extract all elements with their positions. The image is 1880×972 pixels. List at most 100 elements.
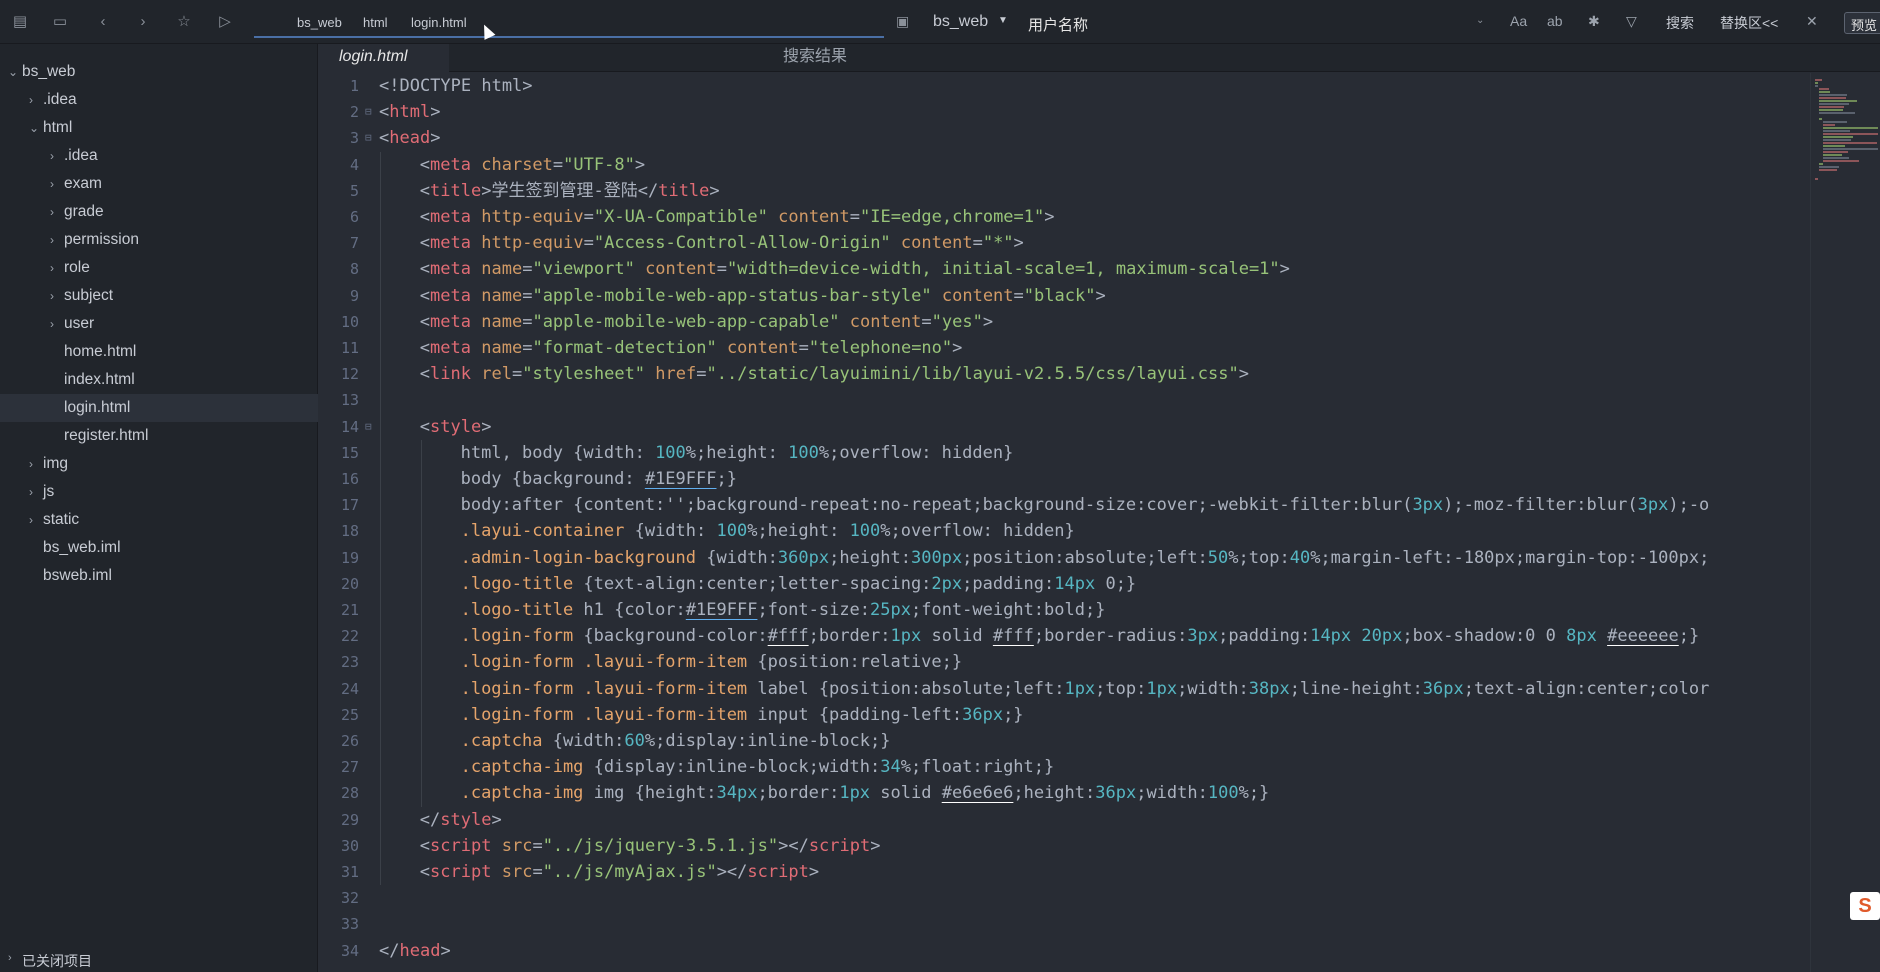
save-icon[interactable]: ▭ (50, 12, 70, 32)
chevron-right-icon[interactable]: › (50, 254, 54, 282)
chevron-right-icon[interactable]: › (50, 142, 54, 170)
code-line[interactable]: 7 <meta http-equiv="Access-Control-Allow-… (319, 230, 1809, 256)
code-line[interactable]: 32 (319, 885, 1809, 911)
fold-toggle-icon[interactable]: ⊟ (365, 414, 372, 440)
tree-file[interactable]: register.html (0, 422, 318, 450)
replace-area-toggle[interactable]: 替换区<< (1720, 13, 1778, 33)
preview-button[interactable]: 预览 (1844, 12, 1880, 34)
code-line[interactable]: 34 </head> (319, 938, 1809, 964)
code-line[interactable]: 13 (319, 387, 1809, 413)
tree-folder[interactable]: › .idea (0, 86, 318, 114)
fold-toggle-icon[interactable]: ⊟ (365, 99, 372, 125)
code-line[interactable]: 33 (319, 911, 1809, 937)
chevron-right-icon[interactable]: › (8, 952, 12, 964)
back-icon[interactable]: ‹ (93, 12, 113, 32)
breadcrumb-item[interactable]: html (363, 15, 388, 30)
tree-file[interactable]: index.html (0, 366, 318, 394)
code-line[interactable]: 12 <link rel="stylesheet" href="../static… (319, 361, 1809, 387)
chevron-right-icon[interactable]: › (29, 450, 33, 478)
tree-folder[interactable]: › subject (0, 282, 318, 310)
chevron-right-icon[interactable]: › (29, 86, 33, 114)
breadcrumb-item[interactable]: bs_web (297, 15, 342, 30)
star-icon[interactable]: ☆ (174, 12, 194, 32)
code-line[interactable]: 14 ⊟ <style> (319, 414, 1809, 440)
code-line[interactable]: 1 <!DOCTYPE html> (319, 73, 1809, 99)
chevron-down-icon[interactable]: ⌄ (8, 58, 18, 86)
chevron-right-icon[interactable]: › (50, 226, 54, 254)
chevron-right-icon[interactable]: › (50, 198, 54, 226)
search-input-value[interactable]: 用户名称 (1028, 14, 1088, 35)
chevron-down-icon[interactable]: ⌄ (1476, 15, 1484, 26)
regex-icon[interactable]: ✱ (1588, 13, 1600, 30)
code-line[interactable]: 23 .login-form .layui-form-item {position… (319, 649, 1809, 675)
tree-folder[interactable]: ⌄ html (0, 114, 318, 142)
filter-icon[interactable]: ▽ (1626, 13, 1637, 30)
code-line[interactable]: 3 ⊟ <head> (319, 125, 1809, 151)
tree-file[interactable]: home.html (0, 338, 318, 366)
forward-icon[interactable]: › (133, 12, 153, 32)
code-line[interactable]: 6 <meta http-equiv="X-UA-Compatible" cont… (319, 204, 1809, 230)
code-line[interactable]: 19 .admin-login-background {width:360px;h… (319, 545, 1809, 571)
tree-folder[interactable]: › exam (0, 170, 318, 198)
tree-folder[interactable]: › .idea (0, 142, 318, 170)
chevron-right-icon[interactable]: › (29, 478, 33, 506)
tree-file[interactable]: bs_web.iml (0, 534, 318, 562)
code-line[interactable]: 8 <meta name="viewport" content="width=de… (319, 256, 1809, 282)
tree-folder[interactable]: › permission (0, 226, 318, 254)
tree-file[interactable]: bsweb.iml (0, 562, 318, 590)
chevron-right-icon[interactable]: › (50, 282, 54, 310)
tab-login-html[interactable]: login.html (319, 44, 449, 72)
tree-folder[interactable]: › static (0, 506, 318, 534)
tree-folder[interactable]: › js (0, 478, 318, 506)
search-panel-icon[interactable]: ▣ (896, 13, 909, 30)
code-line[interactable]: 15 html, body {width: 100%;height: 100%;o… (319, 440, 1809, 466)
minimap[interactable] (1810, 73, 1880, 972)
caret-down-icon[interactable]: ▼ (998, 15, 1008, 26)
chevron-right-icon[interactable]: › (50, 170, 54, 198)
search-input[interactable]: 用户名称 (1020, 9, 1490, 35)
chevron-right-icon[interactable]: › (50, 310, 54, 338)
code-line[interactable]: 22 .login-form {background-color:#fff;bor… (319, 623, 1809, 649)
fold-toggle-icon[interactable]: ⊟ (365, 125, 372, 151)
code-line[interactable]: 5 <title>学生签到管理-登陆</title> (319, 178, 1809, 204)
code-line[interactable]: 4 <meta charset="UTF-8"> (319, 152, 1809, 178)
tab-search-results[interactable]: 搜索结果 (783, 44, 847, 72)
code-line[interactable]: 16 body {background: #1E9FFF;} (319, 466, 1809, 492)
code-line[interactable]: 28 .captcha-img img {height:34px;border:1… (319, 780, 1809, 806)
document-list-icon[interactable]: ▤ (10, 12, 30, 32)
code-line[interactable]: 18 .layui-container {width: 100%;height: … (319, 518, 1809, 544)
closed-projects-label[interactable]: 已关闭项目 (22, 951, 92, 971)
tree-folder[interactable]: ⌄ bs_web (0, 58, 318, 86)
code-line[interactable]: 26 .captcha {width:60%;display:inline-blo… (319, 728, 1809, 754)
run-icon[interactable]: ▷ (215, 12, 235, 32)
closed-projects-section[interactable]: › 已关闭项目 (0, 948, 318, 972)
code-line[interactable]: 27 .captcha-img {display:inline-block;wid… (319, 754, 1809, 780)
code-line[interactable]: 24 .login-form .layui-form-item label {po… (319, 676, 1809, 702)
tree-file[interactable]: login.html (0, 394, 318, 422)
input-method-icon[interactable]: S (1850, 892, 1880, 920)
search-scope-select[interactable]: bs_web (933, 13, 988, 31)
search-button[interactable]: 搜索 (1666, 13, 1694, 33)
tree-folder[interactable]: › img (0, 450, 318, 478)
code-line[interactable]: 9 <meta name="apple-mobile-web-app-status… (319, 283, 1809, 309)
whole-word-icon[interactable]: ab (1547, 13, 1563, 29)
code-line[interactable]: 25 .login-form .layui-form-item input {pa… (319, 702, 1809, 728)
code-line[interactable]: 2 ⊟ <html> (319, 99, 1809, 125)
chevron-right-icon[interactable]: › (29, 506, 33, 534)
code-line[interactable]: 29 </style> (319, 807, 1809, 833)
tree-folder[interactable]: › grade (0, 198, 318, 226)
code-line[interactable]: 20 .logo-title {text-align:center;letter-… (319, 571, 1809, 597)
code-line[interactable]: 30 <script src="../js/jquery-3.5.1.js"></… (319, 833, 1809, 859)
breadcrumb-item[interactable]: login.html (411, 15, 467, 30)
close-icon[interactable]: ✕ (1806, 13, 1818, 30)
code-editor[interactable]: 1 <!DOCTYPE html> 2 ⊟ <html> 3 ⊟ <head> 4 <meta c… (319, 73, 1809, 972)
code-line[interactable]: 11 <meta name="format-detection" content=… (319, 335, 1809, 361)
chevron-down-icon[interactable]: ⌄ (29, 114, 39, 142)
code-line[interactable]: 10 <meta name="apple-mobile-web-app-capab… (319, 309, 1809, 335)
code-line[interactable]: 31 <script src="../js/myAjax.js"></script… (319, 859, 1809, 885)
match-case-icon[interactable]: Aa (1510, 13, 1527, 29)
code-line[interactable]: 21 .logo-title h1 {color:#1E9FFF;font-siz… (319, 597, 1809, 623)
code-line[interactable]: 17 body:after {content:'';background-repe… (319, 492, 1809, 518)
tree-folder[interactable]: › role (0, 254, 318, 282)
tree-folder[interactable]: › user (0, 310, 318, 338)
